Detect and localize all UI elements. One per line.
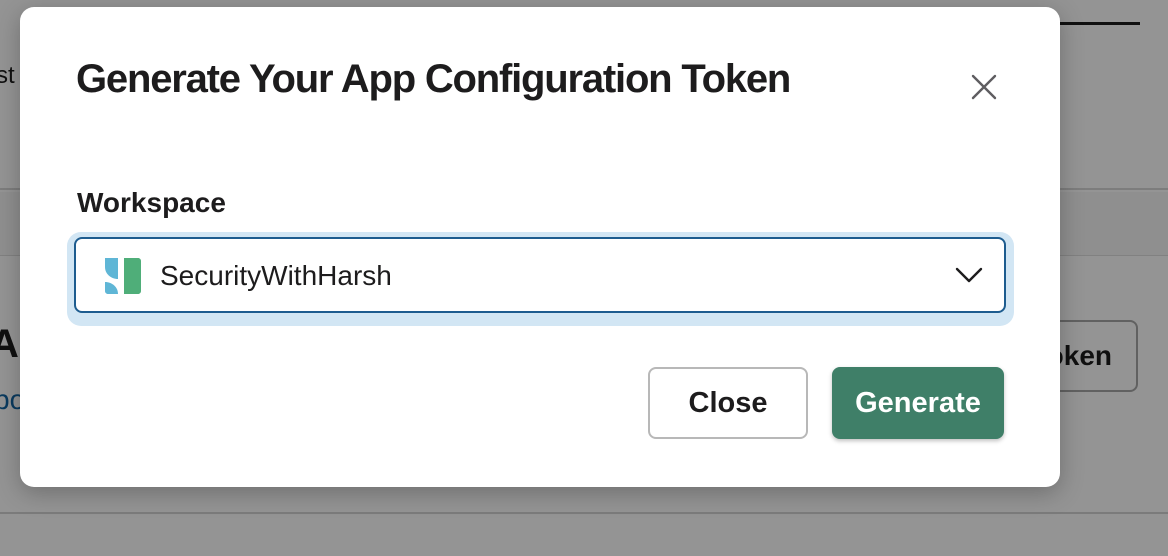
close-icon[interactable]: [960, 63, 1008, 111]
workspace-label: Workspace: [77, 187, 226, 218]
generate-button[interactable]: Generate: [832, 367, 1004, 439]
close-button[interactable]: Close: [648, 367, 808, 439]
modal-title: Generate Your App Configuration Token: [76, 57, 791, 101]
workspace-select[interactable]: SecurityWithHarsh: [74, 237, 1006, 313]
generate-token-modal: Generate Your App Configuration Token Wo…: [20, 7, 1060, 487]
workspace-selected-value: SecurityWithHarsh: [160, 260, 392, 291]
workspace-logo-icon: [102, 255, 144, 297]
chevron-down-icon: [954, 263, 984, 287]
